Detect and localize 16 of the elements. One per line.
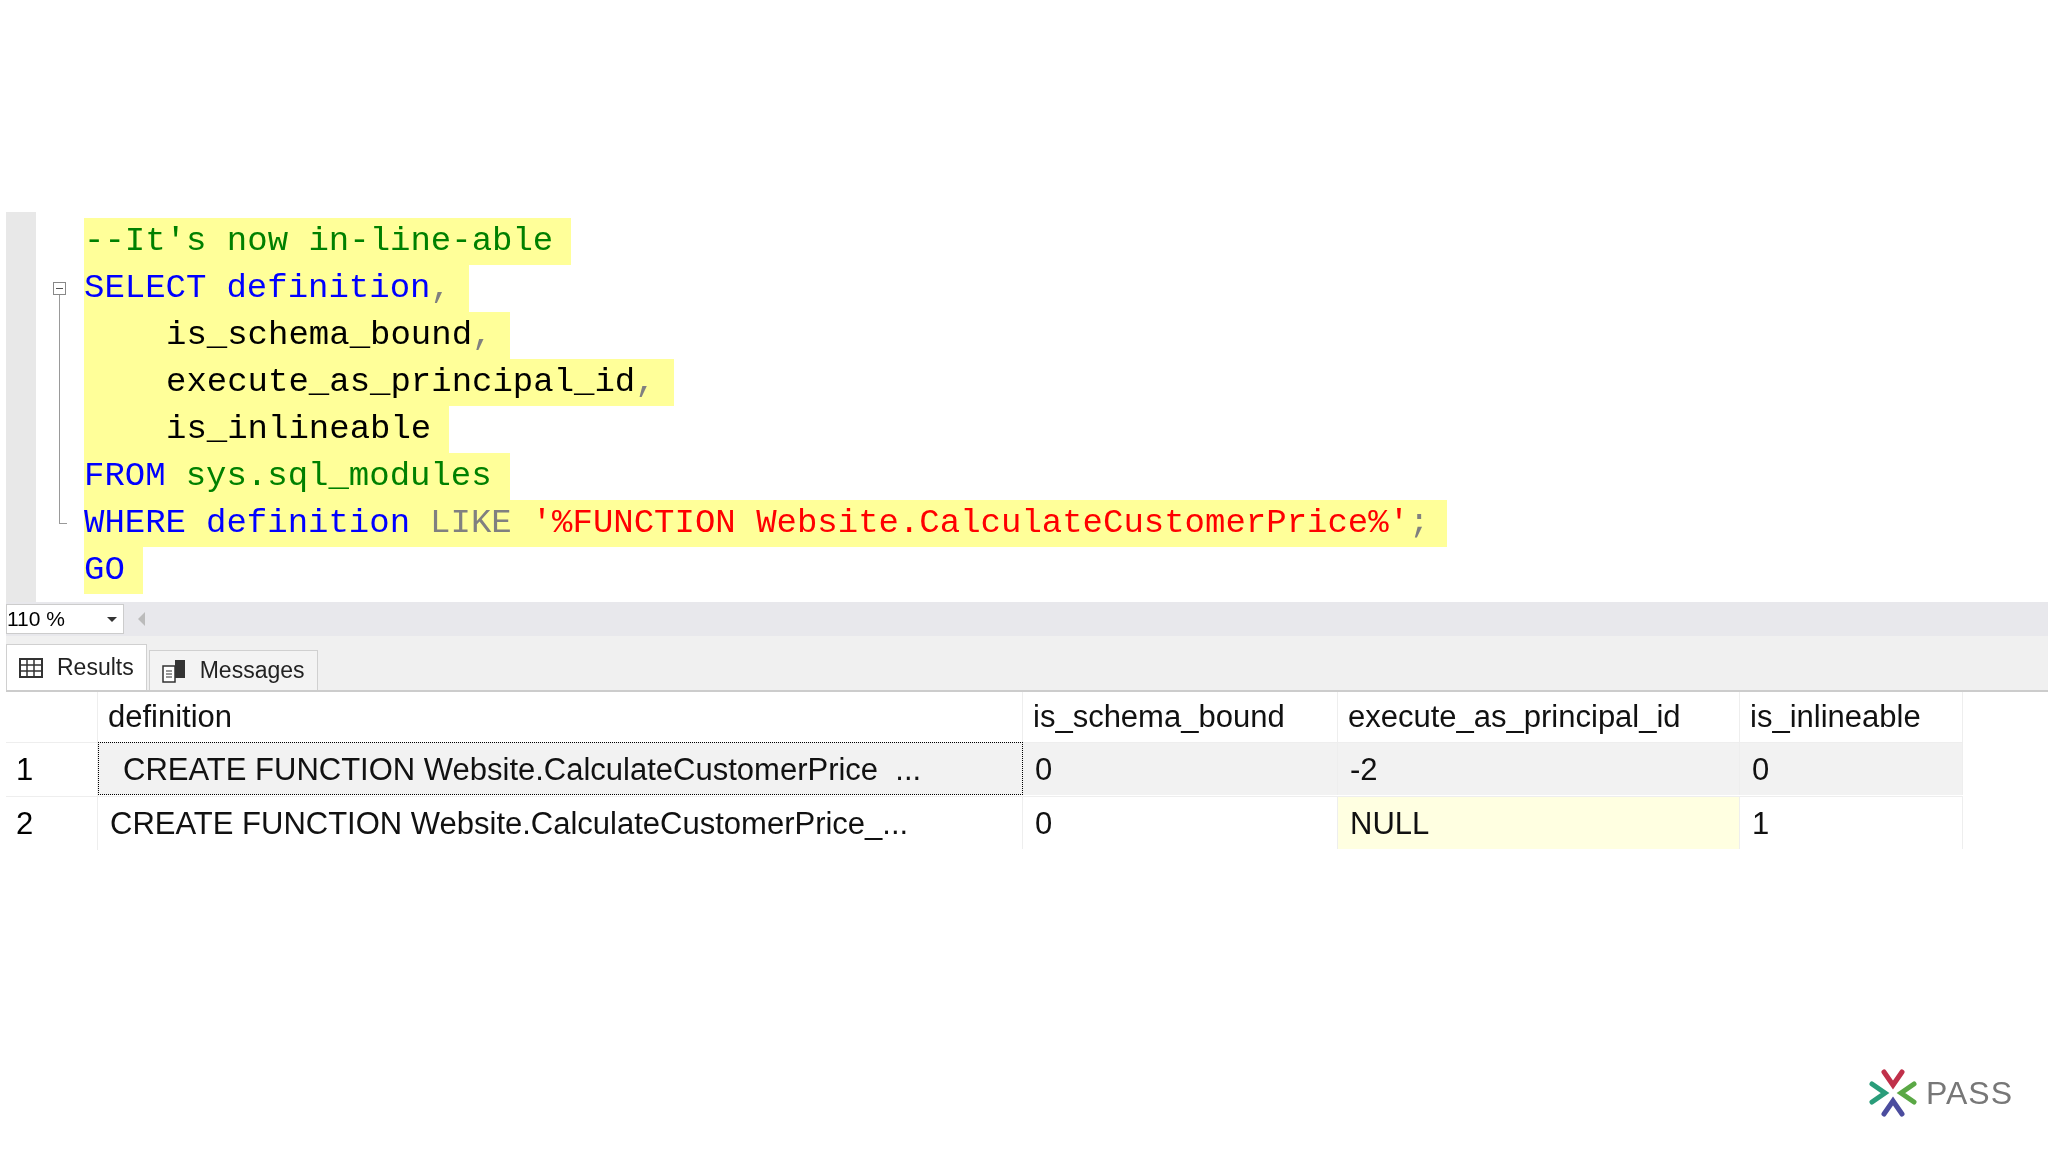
table-cell: -2 [1338,742,1740,795]
logo-text: PASS [1926,1074,2013,1112]
table-cell: NULL [1338,796,1740,849]
table-cell: 0 [1740,742,1963,795]
collapse-icon[interactable] [53,282,66,295]
table-cell: 0 [1023,796,1338,849]
logo-icon [1868,1068,1918,1118]
table-cell: CREATE FUNCTION Website.CalculateCustomerPrice_... [98,796,1023,849]
table-cell: 0 [1023,742,1338,795]
result-tab[interactable]: Results [6,644,147,690]
table-cell: 1 [1740,796,1963,849]
result-tab[interactable]: Messages [148,650,318,690]
grid-icon [19,657,43,678]
table-cell: CREATE FUNCTION Website.CalculateCustomerPrice ... [98,742,1023,795]
zoom-dropdown[interactable]: 110 % [6,604,124,634]
document-icon [161,658,186,683]
